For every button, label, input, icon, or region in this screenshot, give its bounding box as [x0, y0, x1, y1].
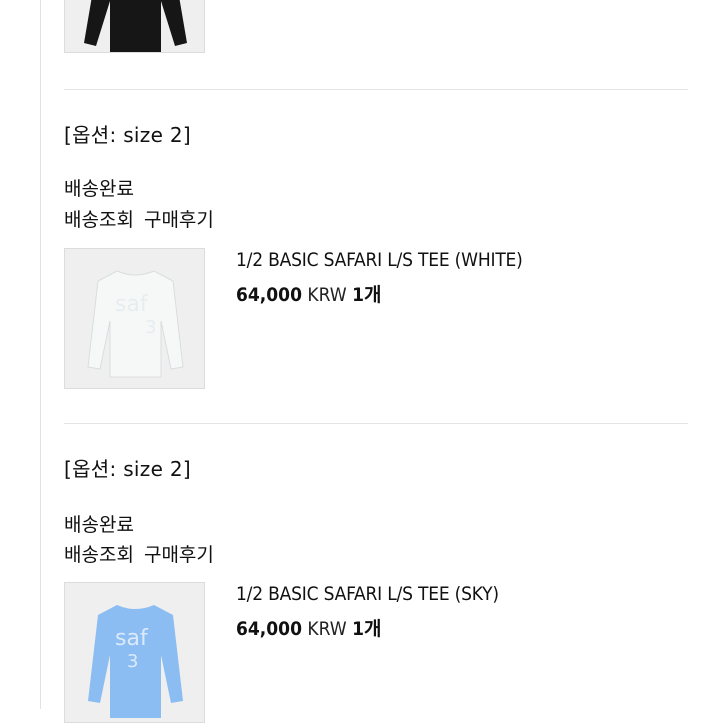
- white-tee-image: saf 3: [87, 270, 184, 378]
- product-thumbnail[interactable]: saf 3: [64, 582, 205, 723]
- price-currency: KRW: [307, 618, 347, 640]
- divider: [64, 89, 688, 90]
- product-price: 64,000 KRW 1개: [236, 280, 381, 307]
- divider: [64, 423, 688, 424]
- shirt-print-number: 3: [145, 317, 156, 338]
- price-amount: 64,000: [236, 284, 302, 306]
- product-thumbnail[interactable]: saf 3: [64, 248, 205, 389]
- shirt-print-text: saf: [115, 292, 149, 317]
- shirt-print-number: 3: [127, 651, 138, 672]
- left-divider: [40, 0, 41, 709]
- order-links: 배송조회 구매후기: [64, 540, 214, 567]
- review-link[interactable]: 구매후기: [144, 544, 214, 566]
- review-link[interactable]: 구매후기: [144, 209, 214, 231]
- product-title[interactable]: 1/2 BASIC SAFARI L/S TEE (WHITE): [236, 249, 523, 271]
- quantity: 1개: [352, 284, 382, 306]
- quantity: 1개: [352, 618, 382, 640]
- shirt-print-text: saf: [115, 626, 149, 651]
- track-delivery-link[interactable]: 배송조회: [64, 544, 134, 566]
- option-label: [옵션: size 2]: [64, 457, 191, 481]
- sky-tee-image: saf 3: [88, 605, 183, 718]
- option-label: [옵션: size 2]: [64, 123, 191, 147]
- product-title[interactable]: 1/2 BASIC SAFARI L/S TEE (SKY): [236, 583, 499, 605]
- order-links: 배송조회 구매후기: [64, 205, 214, 232]
- price-amount: 64,000: [236, 618, 302, 640]
- delivery-status: 배송완료: [64, 514, 134, 536]
- delivery-status: 배송완료: [64, 178, 134, 200]
- black-tee-image: [84, 0, 187, 52]
- track-delivery-link[interactable]: 배송조회: [64, 209, 134, 231]
- product-price: 64,000 KRW 1개: [236, 614, 381, 641]
- price-currency: KRW: [307, 284, 347, 306]
- product-thumbnail-black[interactable]: [64, 0, 205, 53]
